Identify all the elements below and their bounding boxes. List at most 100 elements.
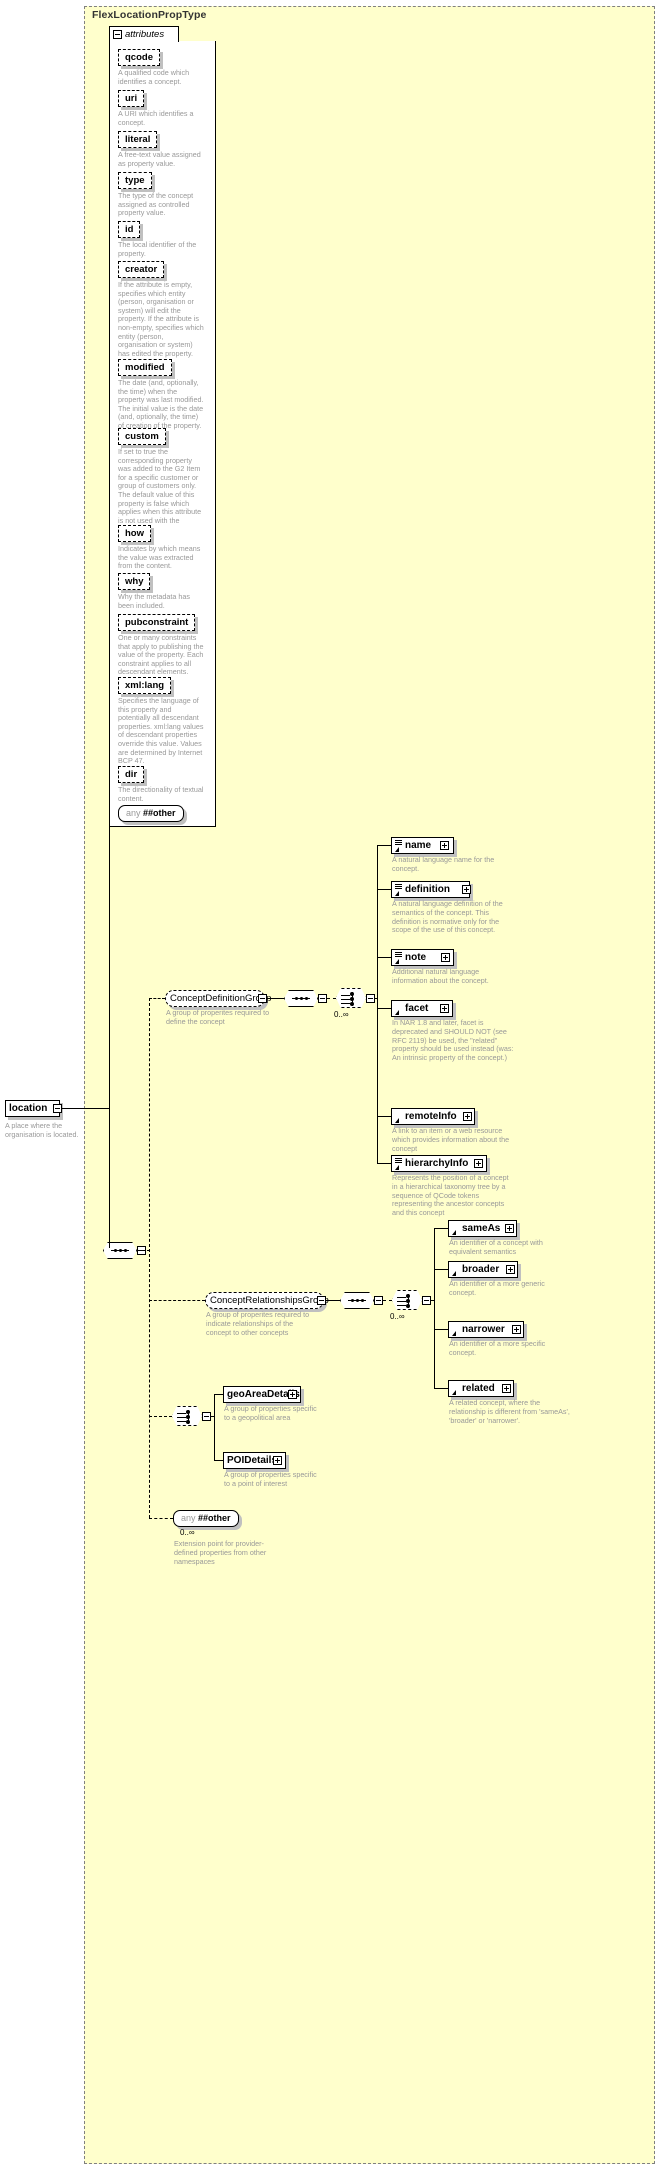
connector-to-poidetails xyxy=(214,1460,223,1461)
attribute-how[interactable]: how Indicates by which means the value w… xyxy=(118,523,204,571)
attribute-doc: A free-text value assigned as property v… xyxy=(118,150,201,168)
expand-related-icon[interactable] xyxy=(502,1384,511,1393)
attribute-name[interactable]: creator xyxy=(118,261,165,278)
attribute-creator[interactable]: creator If the attribute is empty, speci… xyxy=(118,259,204,358)
attribute-name[interactable]: qcode xyxy=(118,49,160,66)
collapse-group-relationships-icon[interactable] xyxy=(317,1296,326,1305)
attribute-name[interactable]: how xyxy=(118,525,151,542)
element-ref-icon xyxy=(452,1383,459,1395)
any-other-badge[interactable]: any ##other xyxy=(118,805,184,822)
collapse-group2-seq-icon[interactable] xyxy=(374,1296,383,1305)
attribute-type[interactable]: type The type of the concept assigned as… xyxy=(118,170,204,218)
connector-group-spine xyxy=(149,998,150,1518)
connector-spine-left xyxy=(109,827,110,1108)
attribute-name[interactable]: modified xyxy=(118,359,172,376)
element-doc: A related concept, where the relationshi… xyxy=(449,1398,570,1425)
attribute-pubconstraint[interactable]: pubconstraint One or many constraints th… xyxy=(118,612,204,677)
group1-cardinality: 0..∞ xyxy=(334,1010,349,1019)
attribute-name[interactable]: id xyxy=(118,221,141,238)
attribute-doc: The directionality of textual content. xyxy=(118,785,204,803)
element-name: definition xyxy=(405,883,450,895)
attribute-name[interactable]: pubconstraint xyxy=(118,614,196,631)
element-content-icon xyxy=(395,839,402,852)
element-name: remoteInfo xyxy=(405,1110,457,1122)
extension-any-badge[interactable]: any ##other xyxy=(173,1510,239,1527)
element-definition-box[interactable]: definition xyxy=(391,881,470,898)
extension-doc: Extension point for provider-defined pro… xyxy=(174,1539,267,1566)
connector-to-related xyxy=(434,1388,448,1389)
element-doc: A group of properties specific to a geop… xyxy=(224,1404,317,1422)
attribute-name[interactable]: literal xyxy=(118,131,158,148)
attribute-id[interactable]: id The local identifier of the property. xyxy=(118,219,204,258)
group-concept-definition[interactable]: ConceptDefinitionGroup xyxy=(165,990,271,1007)
attribute-name[interactable]: uri xyxy=(118,90,145,107)
element-name: related xyxy=(462,1382,495,1394)
any-namespace: ##other xyxy=(143,808,176,818)
collapse-group-definition-icon[interactable] xyxy=(258,994,267,1003)
group2-sequence-connector xyxy=(340,1292,374,1309)
collapse-location-icon[interactable] xyxy=(53,1104,62,1113)
attribute-qcode[interactable]: qcode A qualified code which identifies … xyxy=(118,47,204,86)
connector-group2-to-seq xyxy=(326,1300,340,1301)
element-doc: Additional natural language information … xyxy=(392,967,489,985)
attribute-doc: If set to true the corresponding propert… xyxy=(118,447,202,533)
connector-to-broader xyxy=(434,1269,448,1270)
attribute-dir[interactable]: dir The directionality of textual conten… xyxy=(118,764,204,803)
attribute-literal[interactable]: literal A free-text value assigned as pr… xyxy=(118,129,204,168)
attributes-tab[interactable]: attributes xyxy=(109,26,179,42)
attribute-any-other[interactable]: any ##other xyxy=(118,803,184,822)
element-doc: A link to an item or a web resource whic… xyxy=(392,1126,510,1153)
expand-note-icon[interactable] xyxy=(441,953,450,962)
element-ref-icon xyxy=(452,1223,459,1235)
expand-name-icon[interactable] xyxy=(440,841,449,850)
element-name: narrower xyxy=(462,1323,505,1335)
connector-to-narrower xyxy=(434,1329,448,1330)
attribute-doc: The type of the concept assigned as cont… xyxy=(118,191,194,218)
connector-group2-children-spine xyxy=(434,1228,435,1388)
group2-choice-connector xyxy=(392,1290,422,1310)
attribute-name[interactable]: xml:lang xyxy=(118,677,172,694)
attribute-name[interactable]: custom xyxy=(118,428,166,445)
connector-to-facet xyxy=(377,1008,391,1009)
connector-spine-to-sequence xyxy=(109,1108,110,1248)
connector-to-definition xyxy=(377,889,391,890)
expand-broader-icon[interactable] xyxy=(506,1265,515,1274)
group-name: ConceptDefinitionGroup xyxy=(170,992,272,1004)
connector-group1-seq-to-choice xyxy=(327,998,336,999)
element-ref-icon xyxy=(452,1324,459,1336)
element-name: note xyxy=(405,951,427,963)
expand-geoareadetails-icon[interactable] xyxy=(288,1390,297,1399)
attribute-uri[interactable]: uri A URI which identifies a concept. xyxy=(118,88,204,127)
connector-group1-to-seq xyxy=(267,998,284,999)
any-keyword: any xyxy=(126,808,141,818)
details-choice-connector xyxy=(172,1406,202,1426)
group-doc: A group of properites required to indica… xyxy=(206,1310,310,1337)
attribute-custom[interactable]: custom If set to true the corresponding … xyxy=(118,426,204,534)
element-doc: An identifier of a more specific concept… xyxy=(449,1339,546,1357)
expand-poidetails-icon[interactable] xyxy=(273,1456,282,1465)
expand-facet-icon[interactable] xyxy=(440,1004,449,1013)
attribute-name[interactable]: dir xyxy=(118,766,145,783)
collapse-group1-seq-icon[interactable] xyxy=(318,994,327,1003)
expand-hierarchyinfo-icon[interactable] xyxy=(474,1159,483,1168)
expand-sameas-icon[interactable] xyxy=(505,1224,514,1233)
element-doc: A natural language definition of the sem… xyxy=(392,899,503,935)
collapse-attributes-icon[interactable] xyxy=(113,30,122,39)
expand-definition-icon[interactable] xyxy=(462,885,471,894)
attribute-why[interactable]: why Why the metadata has been included. xyxy=(118,571,204,610)
extension-cardinality: 0..∞ xyxy=(180,1528,195,1537)
group-concept-relationships[interactable]: ConceptRelationshipsGroup xyxy=(205,1292,329,1309)
connector-to-hierarchyinfo xyxy=(377,1163,391,1164)
expand-narrower-icon[interactable] xyxy=(512,1325,521,1334)
attribute-xml-lang[interactable]: xml:lang Specifies the language of this … xyxy=(118,675,204,766)
connector-location-to-type xyxy=(62,1108,109,1109)
expand-remoteinfo-icon[interactable] xyxy=(463,1112,472,1121)
attribute-name[interactable]: type xyxy=(118,172,152,189)
element-hierarchyinfo-box[interactable]: hierarchyInfo xyxy=(391,1155,487,1172)
attribute-modified[interactable]: modified The date (and, optionally, the … xyxy=(118,357,204,431)
element-location[interactable]: location xyxy=(5,1100,60,1117)
element-content-icon xyxy=(395,951,402,964)
element-doc: In NAR 1.8 and later, facet is deprecate… xyxy=(392,1018,514,1063)
element-name: facet xyxy=(405,1002,429,1014)
attribute-name[interactable]: why xyxy=(118,573,151,590)
